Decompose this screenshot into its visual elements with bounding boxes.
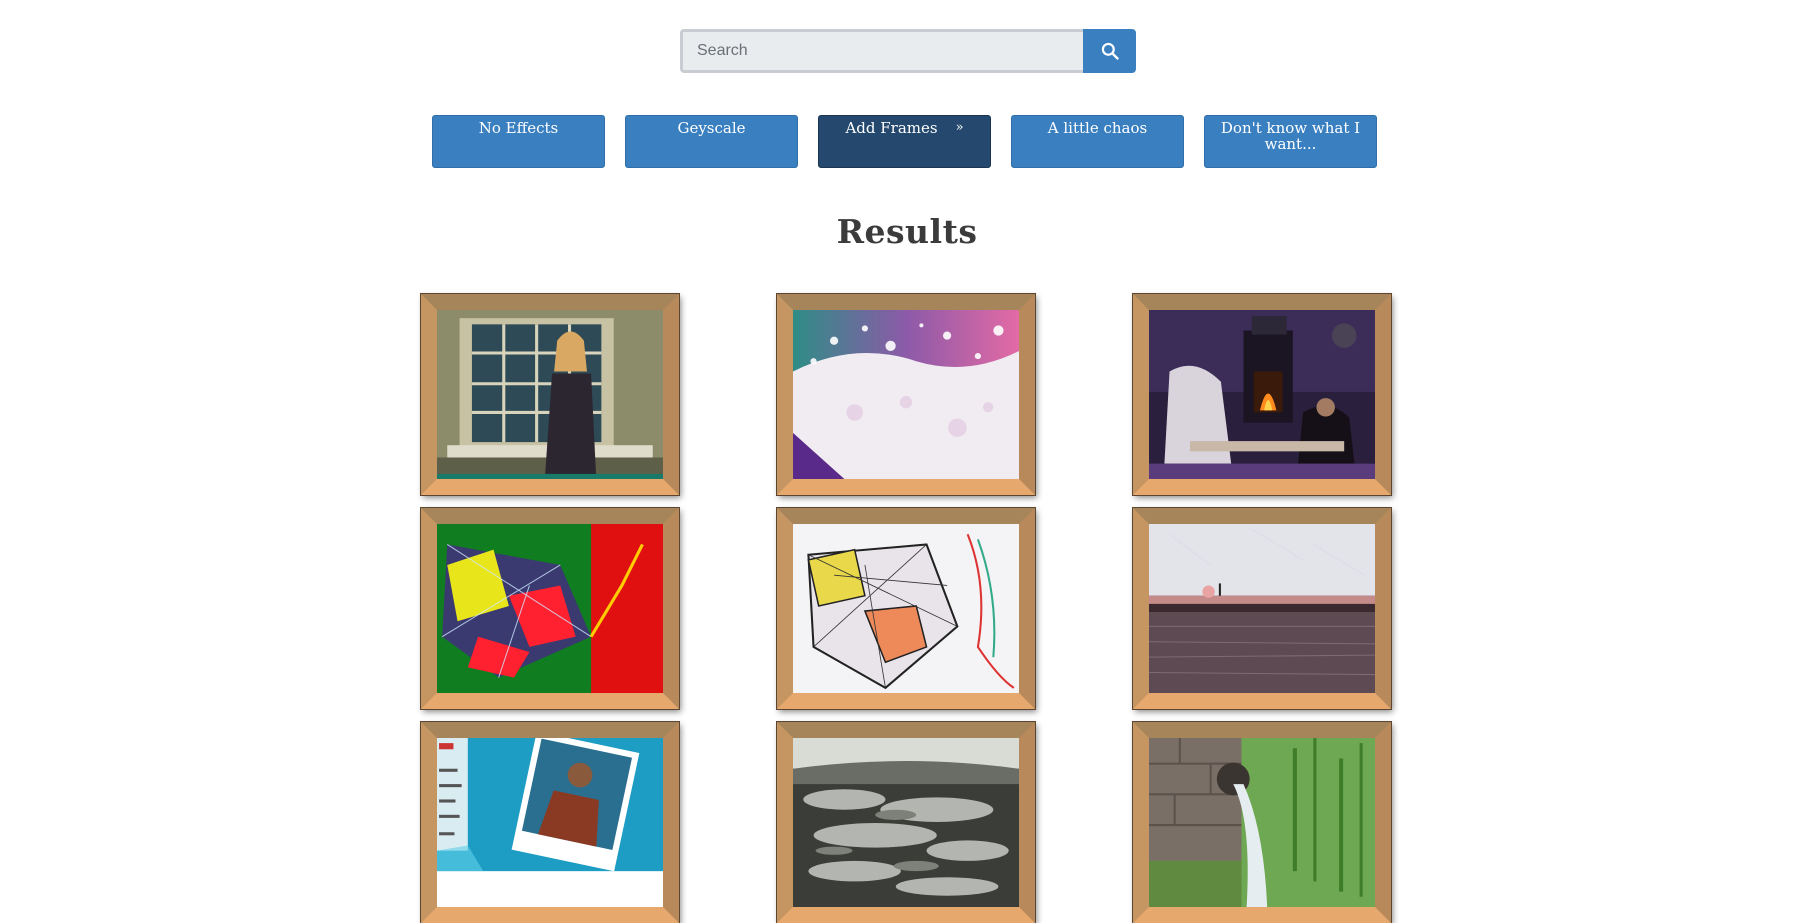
framed-image-card[interactable] [777,722,1035,923]
framed-image-card[interactable] [421,722,679,923]
search-bar [680,29,1136,73]
filter-no-effects-button[interactable]: No Effects [432,115,605,168]
filter-greyscale-button[interactable]: Geyscale [625,115,798,168]
framed-image-card[interactable] [777,294,1035,495]
framed-image-card[interactable] [1133,294,1391,495]
filter-label: Don't know what I want... [1220,119,1361,153]
filter-label: Geyscale [677,119,746,137]
filter-label: Add Frames [845,119,938,137]
filter-dont-know-button[interactable]: Don't know what I want... [1204,115,1377,168]
ocean-poster-photo [437,738,663,907]
filter-bar: No Effects Geyscale Add Frames » A little… [432,115,1377,168]
filter-little-chaos-button[interactable]: A little chaos [1011,115,1184,168]
results-gallery [421,294,1391,923]
dark-fantasy-fireplace-photo [1149,310,1375,479]
woman-window-photo [437,310,663,479]
search-icon [1101,42,1119,60]
framed-image-card[interactable] [1133,722,1391,923]
filter-label: A little chaos [1047,119,1148,137]
chevron-right-icon: » [955,120,964,135]
search-button[interactable] [1083,29,1136,73]
framed-image-card[interactable] [421,294,679,495]
rapids-water-photo [793,738,1019,907]
framed-image-card[interactable] [1133,508,1391,709]
search-input[interactable] [680,29,1083,73]
paint-splash-photo [793,310,1019,479]
filter-add-frames-button[interactable]: Add Frames » [818,115,991,168]
results-heading: Results [836,212,978,251]
framed-image-card[interactable] [777,508,1035,709]
filter-label: No Effects [478,119,559,137]
waterfall-pipe-photo [1149,738,1375,907]
sketch-butterfly-photo [793,524,1019,693]
lake-pier-photo [1149,524,1375,693]
neon-butterfly-photo [437,524,663,693]
framed-image-card[interactable] [421,508,679,709]
